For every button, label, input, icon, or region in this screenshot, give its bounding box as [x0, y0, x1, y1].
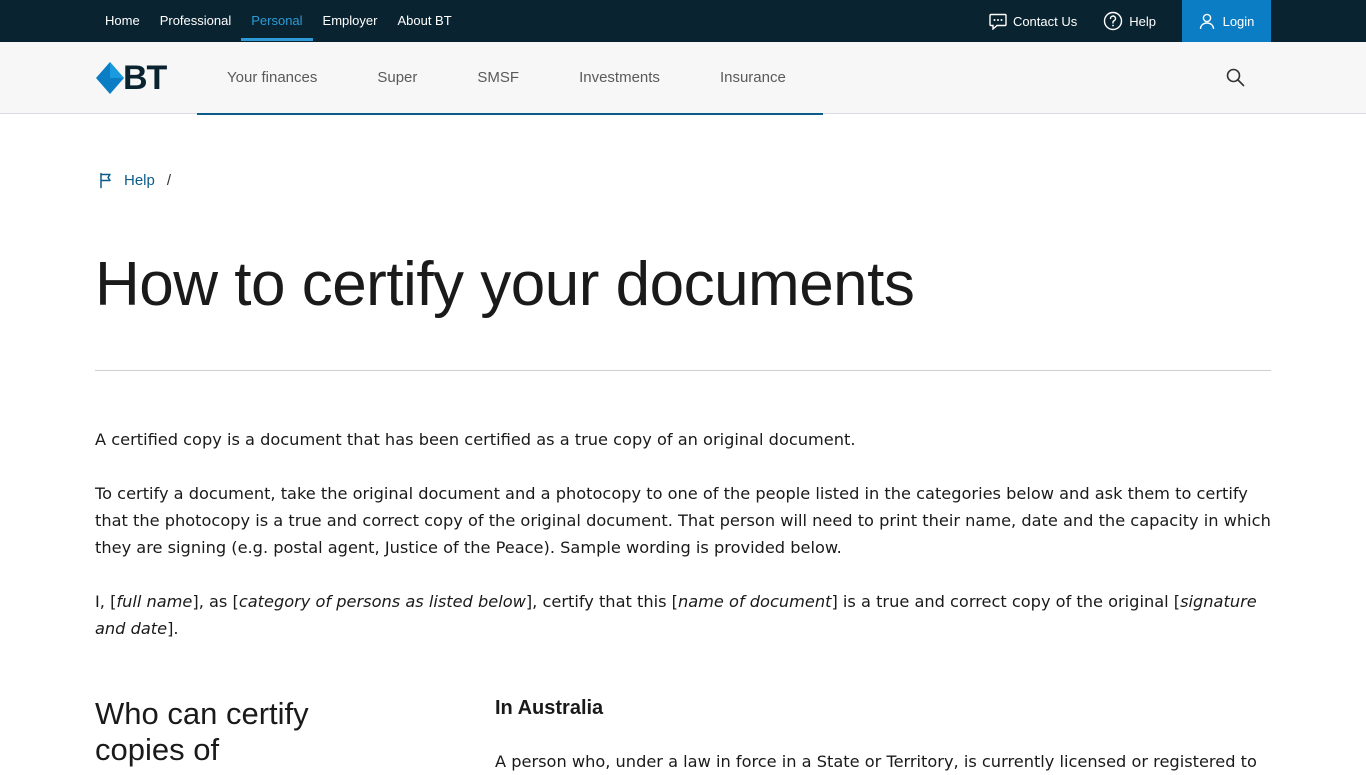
sample-placeholder: full name [116, 592, 193, 611]
mainnav-item-super[interactable]: Super [347, 42, 447, 113]
mainnav-item-investments[interactable]: Investments [549, 42, 690, 113]
sample-text: ]. [167, 619, 179, 638]
topnav-item-employer[interactable]: Employer [313, 0, 388, 42]
australia-paragraph: A person who, under a law in force in a … [495, 752, 1257, 771]
instructions-paragraph: To certify a document, take the original… [95, 484, 1271, 557]
bt-logo[interactable]: BT [95, 59, 167, 97]
breadcrumb-help-link[interactable]: Help [124, 172, 155, 189]
page-title: How to certify your documents [95, 250, 915, 319]
topnav-item-professional[interactable]: Professional [150, 0, 242, 42]
login-button[interactable]: Login [1182, 0, 1271, 42]
bt-diamond-icon [96, 62, 124, 94]
intro-paragraph: A certified copy is a document that has … [95, 430, 856, 449]
sample-text: I, [ [95, 592, 117, 611]
top-nav: Home Professional Personal Employer Abou… [95, 0, 462, 42]
question-circle-icon [1104, 11, 1123, 31]
sample-text: ], certify that this [ [525, 592, 678, 611]
main-header: BT Your finances Super SMSF Investments … [0, 42, 1366, 115]
help-link[interactable]: Help [1103, 11, 1156, 31]
mainnav-item-smsf[interactable]: SMSF [447, 42, 549, 113]
mainnav-item-insurance[interactable]: Insurance [690, 42, 816, 113]
logo-text: BT [123, 59, 167, 97]
breadcrumb: Help / [98, 172, 171, 189]
top-bar: Home Professional Personal Employer Abou… [0, 0, 1366, 42]
topnav-item-home[interactable]: Home [95, 0, 150, 42]
search-button[interactable] [1226, 68, 1245, 92]
main-nav: Your finances Super SMSF Investments Ins… [197, 42, 823, 115]
search-icon [1226, 68, 1245, 87]
login-label: Login [1222, 13, 1255, 29]
subheading-in-australia: In Australia [495, 697, 604, 719]
title-divider [95, 370, 1271, 371]
sample-text: ] is a true and correct copy of the orig… [831, 592, 1181, 611]
breadcrumb-separator: / [166, 172, 172, 189]
sample-text: ], as [ [192, 592, 239, 611]
intro-content: A certified copy is a document that has … [95, 426, 1271, 669]
mainnav-item-your-finances[interactable]: Your finances [197, 42, 347, 113]
top-right-links: Contact Us Help Login [989, 0, 1271, 42]
help-label: Help [1129, 13, 1156, 29]
topnav-item-about-bt[interactable]: About BT [387, 0, 461, 42]
sample-wording: I, [full name], as [category of persons … [95, 588, 1271, 642]
sample-placeholder: name of document [677, 592, 832, 611]
section-heading: Who can certify copies of [95, 696, 309, 767]
contact-us-link[interactable]: Contact Us [989, 13, 1077, 30]
chat-icon [989, 13, 1007, 30]
topnav-item-personal[interactable]: Personal [241, 0, 313, 42]
contact-us-label: Contact Us [1012, 13, 1078, 29]
user-icon [1199, 13, 1214, 29]
flag-icon [100, 172, 111, 189]
sample-placeholder: category of persons as listed below [238, 592, 526, 611]
